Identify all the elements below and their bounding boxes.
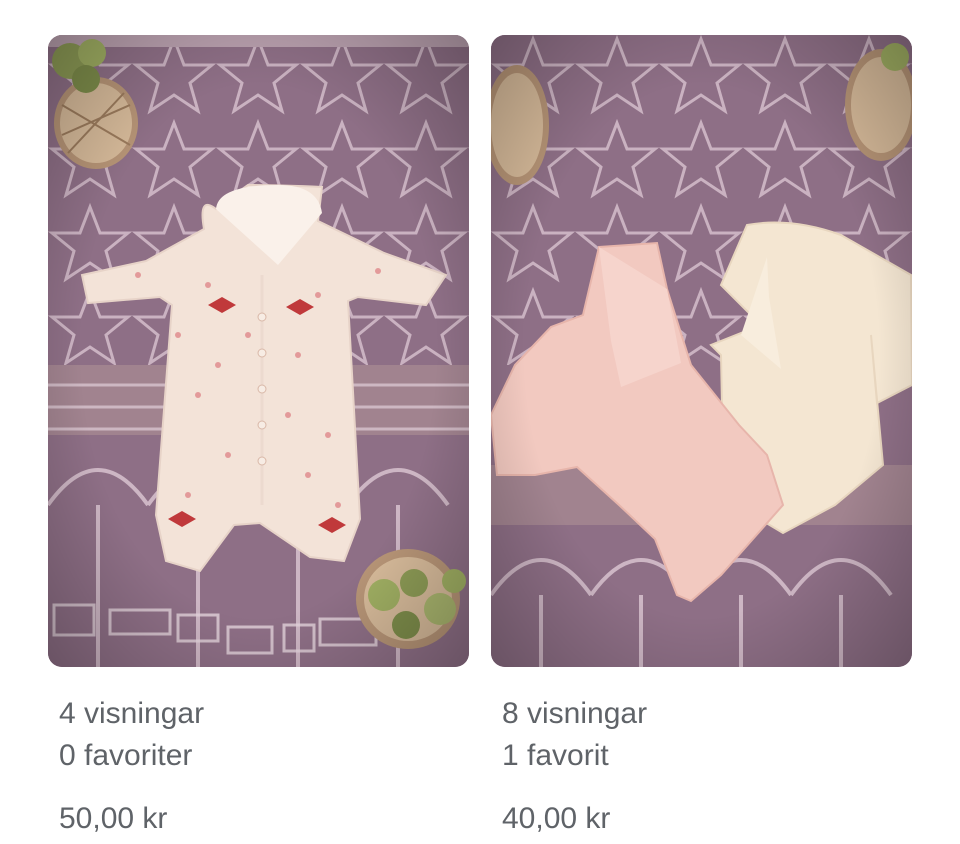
listing-card[interactable]: 4 visningar 0 favoriter 50,00 kr bbox=[48, 35, 469, 840]
listing-photo[interactable] bbox=[48, 35, 469, 667]
listing-price: 50,00 kr bbox=[59, 802, 168, 835]
baby-bodysuits-photo-icon bbox=[491, 35, 912, 667]
listing-price: 40,00 kr bbox=[502, 802, 611, 835]
listing-photo[interactable] bbox=[491, 35, 912, 667]
baby-romper-photo-icon bbox=[48, 35, 469, 667]
view-count: 4 visningar bbox=[59, 697, 205, 730]
listing-meta: 8 visningar 1 favorit 40,00 kr bbox=[491, 693, 912, 840]
view-count: 8 visningar bbox=[502, 697, 648, 730]
favorite-count: 1 favorit bbox=[502, 739, 609, 772]
listing-meta: 4 visningar 0 favoriter 50,00 kr bbox=[48, 693, 469, 840]
listing-card[interactable]: 8 visningar 1 favorit 40,00 kr bbox=[491, 35, 912, 840]
favorite-count: 0 favoriter bbox=[59, 739, 193, 772]
listing-grid: 4 visningar 0 favoriter 50,00 kr 8 visni… bbox=[0, 0, 960, 844]
